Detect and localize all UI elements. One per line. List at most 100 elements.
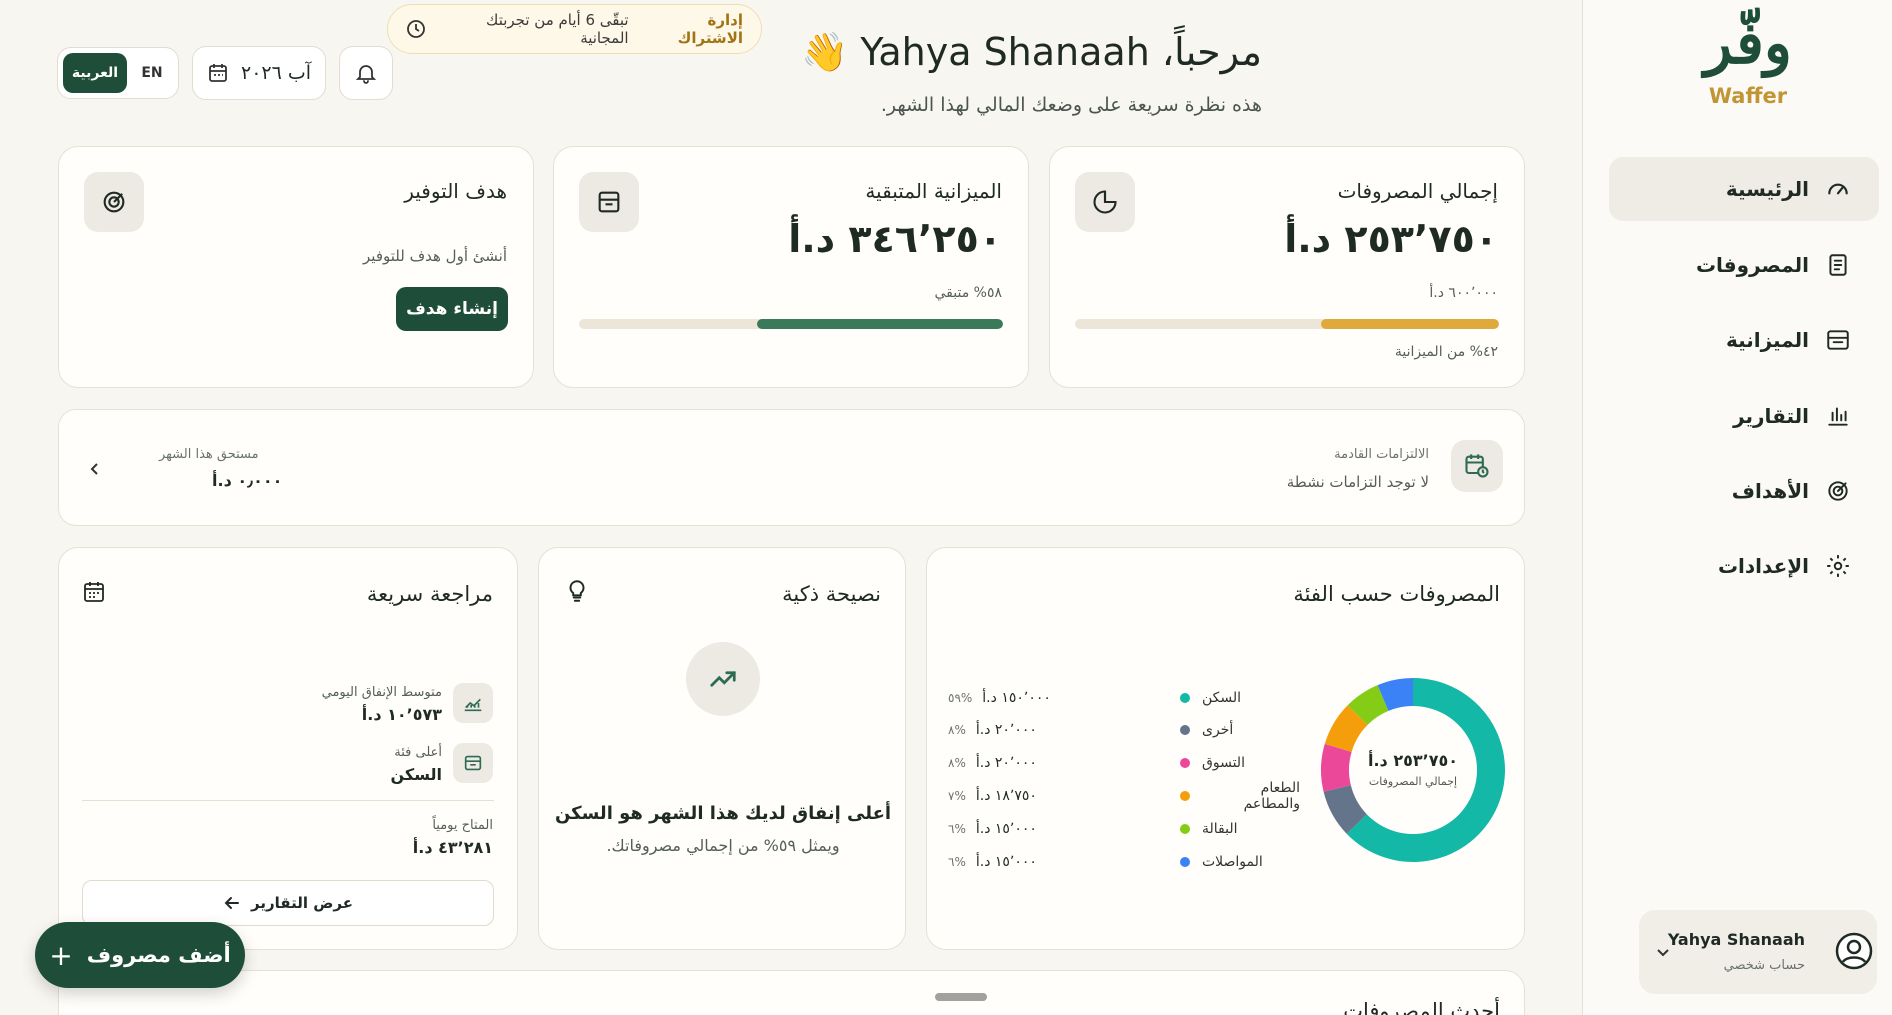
budget-percent: ٤٢% من الميزانية — [1394, 344, 1498, 360]
trial-text: تبقّى 6 أيام من تجربتك المجانية — [486, 11, 629, 47]
clock-icon — [407, 20, 425, 38]
budget-total: ٦٠٠٬٠٠٠ د.أ — [1429, 285, 1498, 301]
target-icon-box — [84, 172, 144, 232]
card-title: مراجعة سريعة — [366, 582, 493, 606]
user-icon — [1835, 932, 1873, 970]
sidebar-item-reports[interactable]: التقارير — [1609, 384, 1879, 448]
legend-label: التسوق — [1202, 755, 1245, 771]
sidebar-item-home[interactable]: الرئيسية — [1609, 157, 1879, 221]
legend-percent: ٨% — [948, 723, 966, 737]
donut-slice[interactable] — [1321, 743, 1352, 792]
sidebar-item-label: الرئيسية — [1725, 177, 1809, 201]
legend-item: المواصلات — [1180, 852, 1300, 872]
legend-value: ٨% ٢٠٬٠٠٠ د.أ — [948, 753, 1068, 773]
due-value: ٠٫٠٠٠ د.أ — [212, 471, 283, 490]
sidebar-item-settings[interactable]: الإعدادات — [1609, 534, 1879, 598]
view-reports-button[interactable]: عرض التقارير — [82, 880, 494, 926]
legend-item: التسوق — [1180, 753, 1300, 773]
quick-review-card: مراجعة سريعة متوسط الإنفاق اليومي ١٠٬٥٧٣… — [58, 547, 518, 950]
top-category-value: السكن — [390, 765, 442, 784]
month-label: آب ٢٠٢٦ — [240, 62, 312, 84]
commitments-card[interactable]: الالتزامات القادمة لا توجد التزامات نشطة… — [58, 409, 1525, 526]
add-expense-button[interactable]: أضف مصروف + — [35, 922, 245, 988]
profile-menu[interactable]: Yahya Shanaah حساب شخصي — [1639, 910, 1877, 994]
card-title: إجمالي المصروفات — [1337, 179, 1498, 203]
sidebar-item-expenses[interactable]: المصروفات — [1609, 233, 1879, 297]
category-donut-chart — [1321, 678, 1505, 862]
trend-icon-circle — [686, 642, 760, 716]
legend-item: الطعام والمطاعم — [1180, 780, 1300, 812]
tip-headline: أعلى إنفاق لديك هذا الشهر هو السكن — [554, 803, 892, 824]
gauge-icon — [1828, 183, 1848, 195]
legend-label: أخرى — [1202, 722, 1234, 738]
legend-dot — [1180, 693, 1190, 703]
month-picker[interactable]: آب ٢٠٢٦ — [192, 46, 326, 100]
legend-label: السكن — [1202, 690, 1242, 706]
commitments-title: الالتزامات القادمة — [1334, 447, 1429, 462]
commitments-empty: لا توجد التزامات نشطة — [1286, 473, 1429, 491]
donut-center-value: ٢٥٣٬٧٥٠ د.أ — [1367, 751, 1458, 770]
legend-amount: ١٥٠٬٠٠٠ د.أ — [982, 690, 1051, 706]
legend-amount: ١٥٬٠٠٠ د.أ — [975, 821, 1037, 837]
card-title: المصروفات حسب الفئة — [1293, 582, 1500, 606]
greeting-text: مرحباً، Yahya Shanaah — [860, 30, 1262, 74]
sidebar: وفّر Waffer الرئيسية المصروفات الميزانية… — [1582, 0, 1892, 1015]
legend-dot — [1180, 857, 1190, 867]
legend-percent: ٥٩% — [948, 691, 973, 705]
create-goal-button[interactable]: إنشاء هدف — [396, 287, 508, 331]
goal-empty-text: أنشئ أول هدف للتوفير — [363, 247, 507, 265]
gear-icon — [1827, 555, 1849, 577]
calendar-clock-icon-box — [1451, 440, 1503, 492]
view-reports-label: عرض التقارير — [251, 894, 353, 912]
sidebar-item-label: التقارير — [1733, 404, 1809, 428]
savings-goal-card: هدف التوفير أنشئ أول هدف للتوفير إنشاء ه… — [58, 146, 534, 388]
divider — [82, 800, 494, 801]
lightbulb-icon — [569, 580, 585, 602]
calendar-icon — [84, 582, 104, 602]
legend-label: البقالة — [1202, 821, 1238, 837]
legend-dot — [1180, 725, 1190, 735]
trial-banner: تبقّى 6 أيام من تجربتك المجانية إدارة ال… — [387, 4, 762, 54]
recent-expenses-card: أحدث المصروفات — [58, 970, 1525, 1015]
plus-icon: + — [49, 938, 73, 972]
sidebar-item-goals[interactable]: الأهداف — [1609, 459, 1879, 523]
daily-average-label: متوسط الإنفاق اليومي — [321, 685, 442, 700]
bar-chart-icon — [1828, 407, 1848, 426]
lang-english-button[interactable]: EN — [130, 53, 174, 93]
pie-icon-box — [1075, 172, 1135, 232]
calendar-clock-icon — [1465, 454, 1489, 478]
expenses-progress-bar — [1075, 319, 1499, 329]
remaining-progress-bar — [579, 319, 1003, 329]
sidebar-item-label: الأهداف — [1731, 479, 1809, 503]
legend-value: ٦% ١٥٬٠٠٠ د.أ — [948, 852, 1068, 872]
trending-up-icon — [710, 671, 736, 687]
scroll-handle[interactable] — [935, 993, 987, 1001]
legend-dot — [1180, 791, 1190, 801]
lang-arabic-button[interactable]: العربية — [63, 53, 127, 93]
wallet-icon-box — [579, 172, 639, 232]
top-category-label: أعلى فئة — [394, 745, 442, 760]
due-label: مستحق هذا الشهر — [159, 447, 259, 462]
sidebar-item-budget[interactable]: الميزانية — [1609, 308, 1879, 372]
tip-body: ويمثل ٥٩% من إجمالي مصروفاتك. — [606, 836, 840, 855]
notifications-button[interactable] — [339, 46, 393, 100]
card-title: نصيحة ذكية — [782, 582, 881, 606]
bell-icon — [355, 65, 377, 84]
target-icon — [103, 191, 125, 213]
legend-percent: ٧% — [948, 789, 966, 803]
logo-wordmark: Waffer — [1708, 84, 1788, 108]
card-title: الميزانية المتبقية — [865, 179, 1002, 203]
legend-amount: ٢٠٬٠٠٠ د.أ — [975, 755, 1037, 771]
legend-value: ٨% ٢٠٬٠٠٠ د.أ — [948, 720, 1068, 740]
total-expenses-value: ٢٥٣٬٧٥٠ د.أ — [1284, 217, 1498, 261]
manage-subscription-link[interactable]: إدارة الاشتراك — [639, 11, 743, 47]
daily-average-value: ١٠٬٥٧٣ د.أ — [361, 705, 442, 724]
wallet-icon — [464, 755, 482, 771]
wave-emoji: 👋 — [800, 30, 849, 74]
legend-label: المواصلات — [1202, 854, 1263, 870]
sidebar-item-label: الإعدادات — [1717, 554, 1809, 578]
legend-percent: ٦% — [948, 822, 966, 836]
remaining-percent: ٥٨% متبقي — [934, 285, 1003, 301]
total-expenses-card: إجمالي المصروفات ٢٥٣٬٧٥٠ د.أ ٦٠٠٬٠٠٠ د.أ… — [1049, 146, 1525, 388]
progress-fill — [757, 319, 1003, 329]
